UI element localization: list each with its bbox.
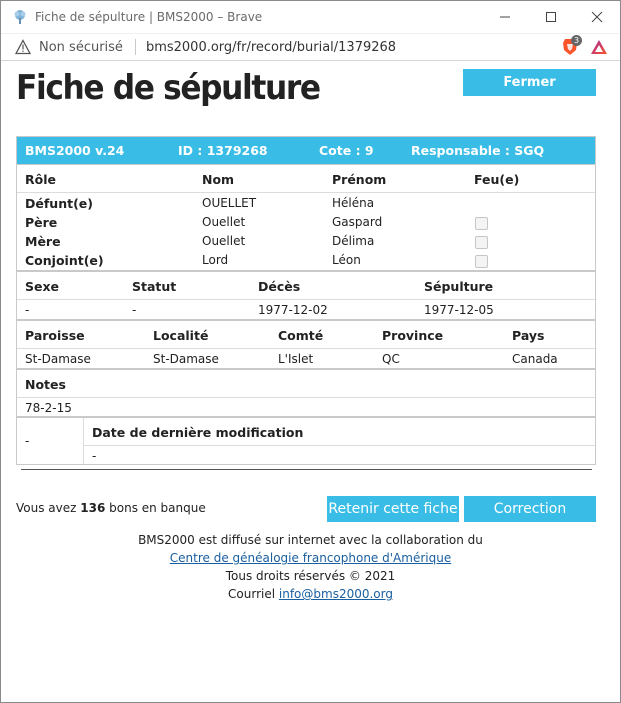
person-prenom: Délima [332, 234, 375, 248]
notes-section: Notes 78-2-15 [17, 368, 595, 416]
col-header-comte: Comté [278, 328, 324, 343]
address-bar: Non sécurisé bms2000.org/fr/record/buria… [1, 34, 620, 61]
pays-value: Canada [512, 352, 558, 366]
row-divider [83, 445, 595, 446]
col-header-feu: Feu(e) [474, 172, 520, 187]
record-header: BMS2000 v.24 ID : 1379268 Cote : 9 Respo… [17, 137, 595, 164]
record-id: ID : 1379268 [178, 143, 268, 158]
sexe-value: - [25, 303, 30, 317]
bons-count: 136 [80, 501, 106, 515]
person-role: Mère [25, 234, 61, 249]
footer-line-collaboration: BMS2000 est diffusé sur internet avec la… [138, 533, 483, 547]
modification-section: - Date de dernière modification - [17, 416, 595, 464]
row-divider [17, 299, 595, 300]
person-prenom: Léon [332, 253, 361, 267]
extension-icons: 3 [562, 35, 608, 56]
close-button[interactable]: Fermer [463, 69, 596, 96]
place-section: Paroisse Localité Comté Province Pays St… [17, 319, 595, 368]
record-version: BMS2000 v.24 [25, 143, 125, 158]
close-window-button[interactable] [574, 1, 620, 34]
bons-balance: Vous avez 136 bons en banque [16, 501, 206, 515]
brave-blocked-count: 3 [571, 35, 583, 46]
person-prenom: Héléna [332, 196, 375, 210]
person-role: Conjoint(e) [25, 253, 104, 268]
cell-divider [83, 418, 84, 464]
cgfa-link[interactable]: Centre de généalogie francophone d'Améri… [170, 551, 451, 565]
row-divider [17, 192, 595, 193]
col-header-sepulture: Sépulture [424, 279, 494, 294]
col-header-nom: Nom [202, 172, 235, 187]
retain-record-button[interactable]: Retenir cette fiche [327, 496, 459, 522]
correction-button[interactable]: Correction [464, 496, 596, 522]
col-header-pays: Pays [512, 328, 545, 343]
person-nom: OUELLET [202, 196, 257, 210]
col-header-prenom: Prénom [332, 172, 387, 187]
security-status[interactable]: Non sécurisé [39, 40, 123, 55]
col-header-sexe: Sexe [25, 279, 60, 294]
bons-suffix: bons en banque [105, 501, 206, 515]
bons-prefix: Vous avez [16, 501, 81, 515]
footer-link-row: Centre de généalogie francophone d'Améri… [1, 551, 620, 565]
statut-value: - [132, 303, 137, 317]
notes-value: 78-2-15 [25, 401, 72, 415]
province-value: QC [382, 352, 400, 366]
person-role: Père [25, 215, 58, 230]
feu-checkbox[interactable] [475, 236, 488, 249]
paroisse-value: St-Damase [25, 352, 91, 366]
burial-record: BMS2000 v.24 ID : 1379268 Cote : 9 Respo… [16, 136, 596, 465]
col-header-localite: Localité [153, 328, 209, 343]
deces-date: 1977-12-02 [258, 303, 328, 317]
email-prefix: Courriel [228, 587, 279, 601]
brave-shields-button[interactable]: 3 [562, 35, 583, 56]
col-header-statut: Statut [132, 279, 177, 294]
person-nom: Lord [202, 253, 229, 267]
row-divider [17, 397, 595, 398]
url-field[interactable]: bms2000.org/fr/record/burial/1379268 [146, 40, 562, 55]
email-link[interactable]: info@bms2000.org [279, 587, 393, 601]
brave-rewards-triangle-icon[interactable] [590, 39, 608, 55]
minimize-button[interactable] [482, 1, 528, 34]
footer-email-row: Courriel info@bms2000.org [1, 587, 620, 601]
col-header-province: Province [382, 328, 444, 343]
record-responsable: Responsable : SGQ [411, 143, 545, 158]
tree-icon [11, 8, 29, 26]
comte-value: L'Islet [278, 352, 314, 366]
row-divider [17, 348, 595, 349]
window-title: Fiche de sépulture | BMS2000 – Brave [35, 10, 263, 24]
maximize-button[interactable] [528, 1, 574, 34]
modification-left-value: - [25, 434, 30, 448]
person-nom: Ouellet [202, 234, 246, 248]
persons-section: Rôle Nom Prénom Feu(e) Défunt(e) OUELLET… [17, 164, 595, 270]
sepulture-date: 1977-12-05 [424, 303, 494, 317]
person-nom: Ouellet [202, 215, 246, 229]
browser-window: Fiche de sépulture | BMS2000 – Brave Non… [0, 0, 621, 703]
modification-value: - [92, 449, 97, 463]
record-cote: Cote : 9 [319, 143, 374, 158]
warning-triangle-icon[interactable] [15, 39, 31, 55]
person-role: Défunt(e) [25, 196, 93, 211]
localite-value: St-Damase [153, 352, 219, 366]
person-prenom: Gaspard [332, 215, 383, 229]
col-header-paroisse: Paroisse [25, 328, 85, 343]
content-divider [21, 469, 592, 470]
feu-checkbox[interactable] [475, 217, 488, 230]
status-section: Sexe Statut Décès Sépulture - - 1977-12-… [17, 270, 595, 319]
title-bar: Fiche de sépulture | BMS2000 – Brave [1, 1, 620, 34]
page-title: Fiche de sépulture [16, 68, 321, 108]
col-header-deces: Décès [258, 279, 301, 294]
footer-copyright: Tous droits réservés © 2021 [225, 569, 396, 583]
col-header-role: Rôle [25, 172, 56, 187]
address-separator [134, 39, 136, 55]
modification-header: Date de dernière modification [92, 425, 304, 440]
feu-checkbox[interactable] [475, 255, 488, 268]
notes-header: Notes [25, 377, 66, 392]
